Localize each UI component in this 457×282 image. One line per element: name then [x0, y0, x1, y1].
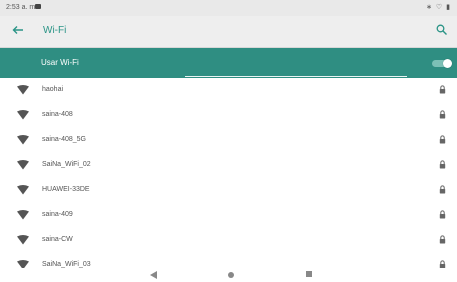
network-row[interactable]: saina-408 [0, 103, 457, 128]
notification-icon [35, 4, 41, 9]
scan-progress-bar [185, 76, 407, 77]
switch-thumb [443, 59, 452, 68]
lock-icon [439, 110, 446, 119]
status-bar: 2:53 a. m. ∗ ♡ ▮ [0, 0, 457, 16]
nav-home-icon[interactable] [228, 272, 234, 278]
network-row[interactable]: saina-CW [0, 228, 457, 253]
search-svg [436, 24, 447, 35]
network-name: saina-CW [42, 236, 73, 243]
lock-icon [439, 185, 446, 194]
back-arrow-icon[interactable] [10, 22, 26, 38]
network-row[interactable]: saina-408_5G [0, 128, 457, 153]
wifi-signal-icon [17, 160, 29, 170]
lock-icon [439, 135, 446, 144]
wifi-signal-icon [17, 235, 29, 245]
navigation-bar [0, 268, 457, 282]
use-wifi-toggle-row[interactable]: Usar Wi-Fi [0, 48, 457, 78]
wifi-signal-icon [17, 260, 29, 268]
lock-icon [439, 85, 446, 94]
wifi-signal-icon [17, 210, 29, 220]
nav-recents-icon[interactable] [306, 271, 312, 277]
network-row[interactable]: haohai [0, 78, 457, 103]
network-name: saina-409 [42, 211, 73, 218]
use-wifi-label: Usar Wi-Fi [41, 58, 79, 67]
network-name: HUAWEI-33DE [42, 186, 90, 193]
status-time: 2:53 a. m. [6, 4, 38, 11]
wifi-signal-icon [17, 135, 29, 145]
back-arrow-svg [12, 26, 23, 34]
page-title: Wi-Fi [43, 25, 67, 36]
network-row[interactable]: saina-409 [0, 203, 457, 228]
search-icon[interactable] [435, 23, 449, 37]
network-name: saina-408_5G [42, 136, 86, 143]
app-bar: Wi-Fi [0, 16, 457, 48]
lock-icon [439, 260, 446, 268]
network-row[interactable]: SaiNa_WiFi_02 [0, 153, 457, 178]
wifi-signal-icon [17, 185, 29, 195]
network-name: SaiNa_WiFi_03 [42, 261, 91, 268]
wifi-signal-icon [17, 85, 29, 95]
lock-icon [439, 160, 446, 169]
wifi-signal-icon [17, 110, 29, 120]
network-name: SaiNa_WiFi_02 [42, 161, 91, 168]
network-list: haohai saina-408 saina-408_5G SaiNa_WiFi_02… [0, 78, 457, 268]
lock-icon [439, 210, 446, 219]
network-row[interactable]: HUAWEI-33DE [0, 178, 457, 203]
network-name: saina-408 [42, 111, 73, 118]
lock-icon [439, 235, 446, 244]
network-row[interactable]: SaiNa_WiFi_03 [0, 253, 457, 268]
wifi-switch[interactable] [430, 59, 452, 68]
nav-back-icon[interactable] [150, 271, 157, 279]
network-name: haohai [42, 86, 64, 93]
status-icons: ∗ ♡ ▮ [426, 4, 451, 11]
